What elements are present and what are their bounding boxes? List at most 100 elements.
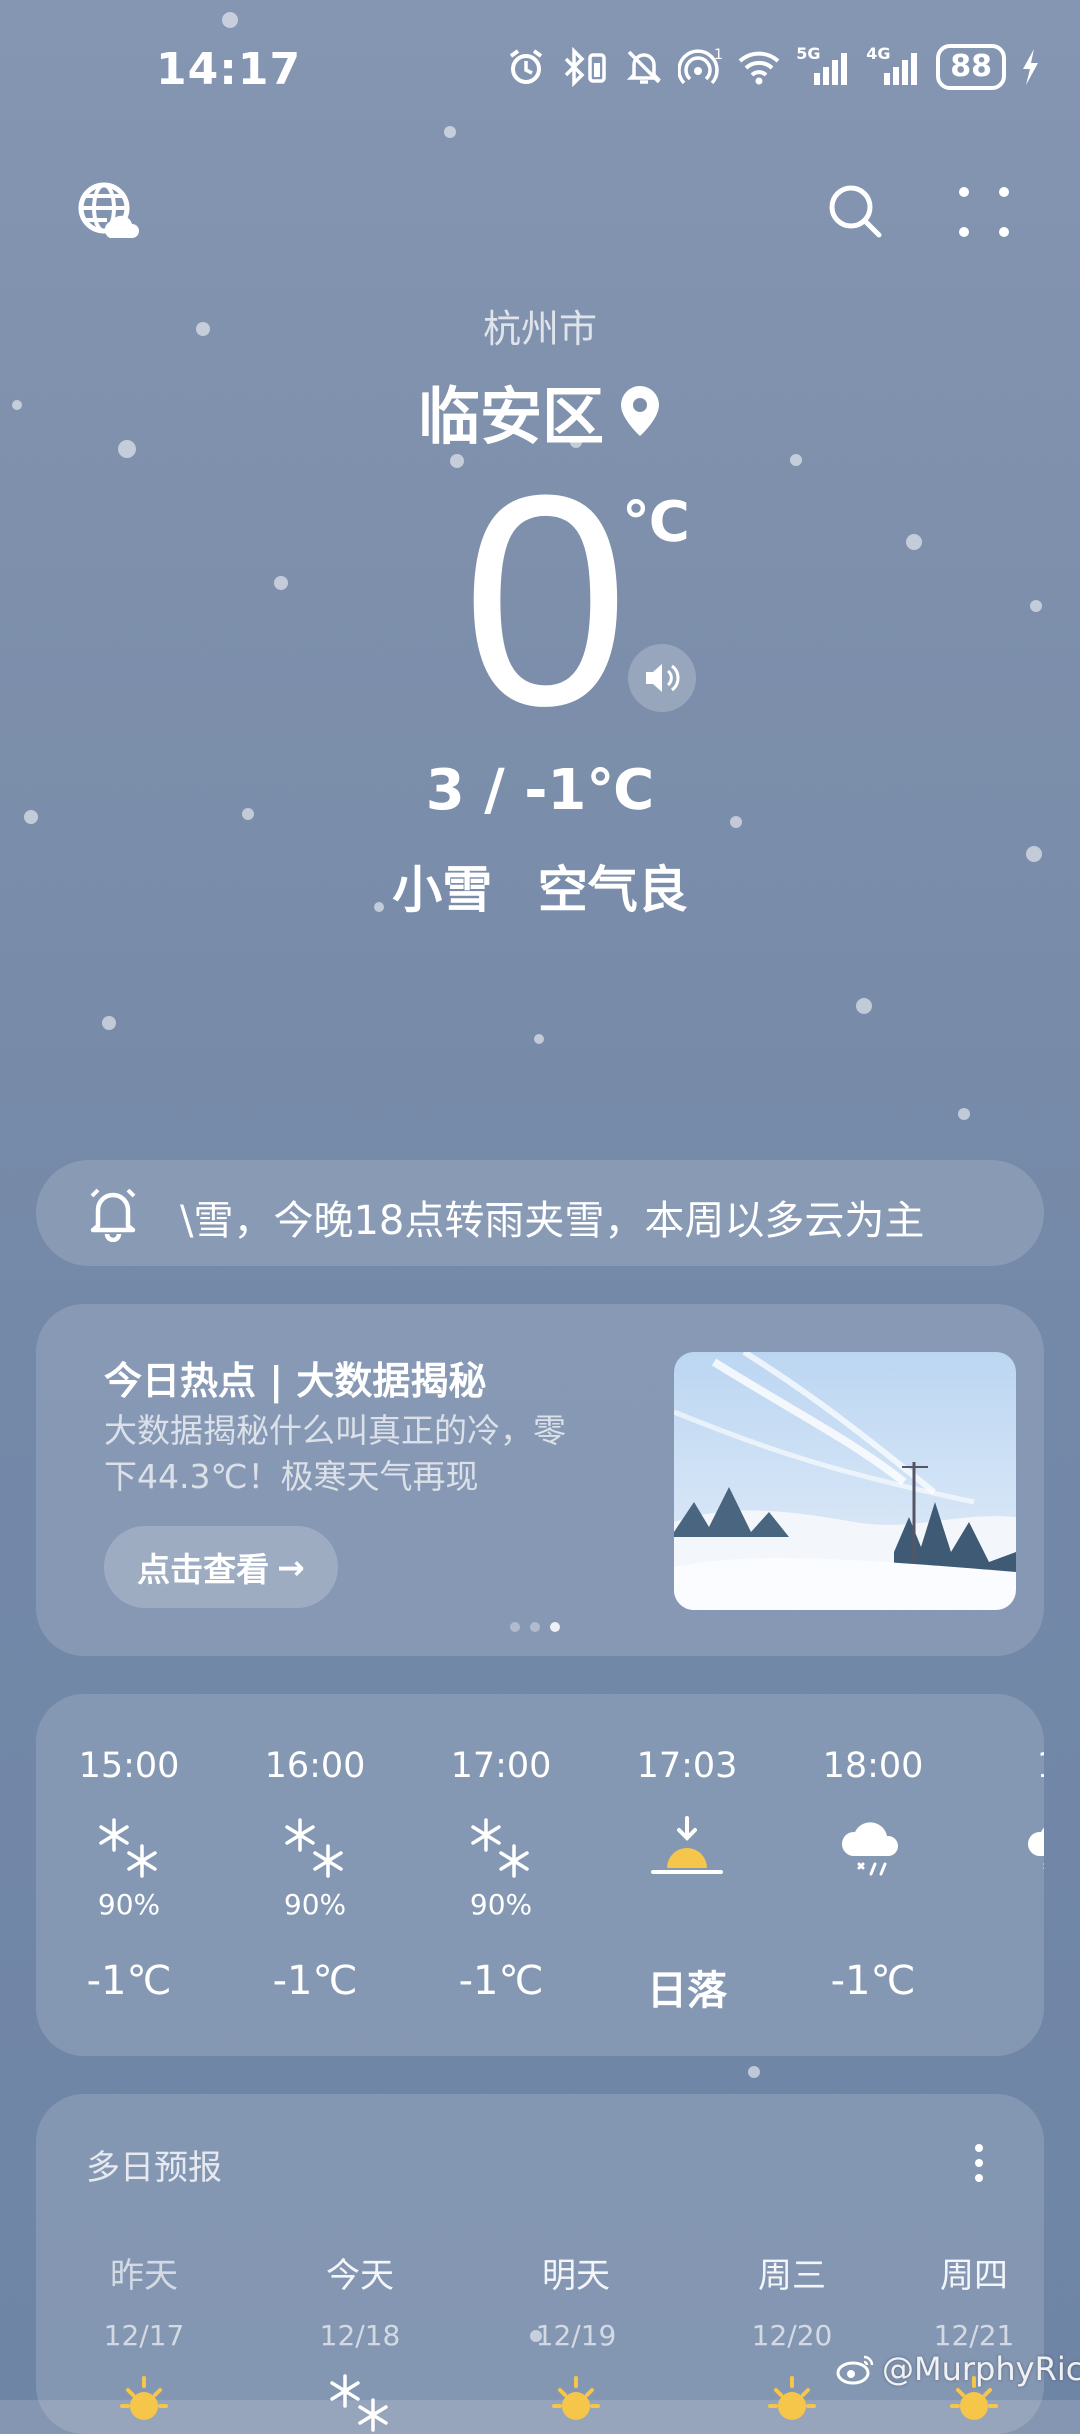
news-title: 今日热点 | 大数据揭秘 [104,1359,487,1403]
globe-cloud-icon [78,182,139,238]
precip-probability: 90% [469,1888,533,1921]
svg-text:1: 1 [714,47,722,63]
status-icons: 1 5G 4G 88 [506,44,1040,90]
wifi-icon [736,44,782,90]
signal-5g-icon: 5G [796,44,852,90]
location-pin-icon [621,386,659,436]
search-icon [829,185,882,238]
snow-icon [222,1812,408,1886]
day-name: 周四 [940,2256,1008,2296]
arrow-right-icon: → [277,1547,305,1587]
hourly-item[interactable]: 19 - [966,1746,1044,2004]
carousel-dot [510,1622,520,1632]
alert-text: \雪，今晚18点转雨夹雪，本周以多云为主 [180,1198,925,1244]
watermark: @MurphyRich [836,2350,1080,2388]
view-news-button[interactable]: 点击查看 → [104,1526,338,1608]
bell-icon [90,1188,136,1242]
sun-icon [74,2372,214,2432]
hourly-item[interactable]: 16:00 90% -1℃ [222,1746,408,2004]
day-name: 周三 [758,2256,826,2296]
voice-broadcast-button[interactable] [628,644,696,712]
search-button[interactable] [826,182,886,242]
network-5g-label: 5G [796,44,821,63]
temperature-range: 3 / -1℃ [425,758,655,823]
current-temperature: 0 [462,432,629,768]
city-management-button[interactable] [76,180,140,244]
air-quality[interactable]: 空气良 [538,861,688,919]
hour-temp: -1℃ [830,1958,916,2004]
precip-probability [780,1888,966,1924]
day-date: 12/17 [103,2319,185,2352]
hourly-item[interactable]: 15:00 90% -1℃ [36,1746,222,2004]
snow-icon [290,2372,430,2432]
speaker-icon [646,664,680,692]
condition-row: 小雪 空气良 [0,850,1080,922]
daily-item[interactable]: 周三 12/20 [722,2248,862,2432]
battery-level: 88 [936,44,1006,90]
watermark-text: @MurphyRich [882,2350,1080,2388]
weather-condition: 小雪 [392,861,493,919]
mute-icon [624,44,664,90]
sun-icon [506,2372,646,2432]
signal-4g-icon: 4G [866,44,922,90]
hour-time: 17:03 [636,1746,738,1786]
hour-time: 15:00 [78,1746,180,1786]
carousel-dot-active [550,1622,560,1632]
news-thumbnail[interactable] [674,1352,1016,1610]
carousel-dot [530,1622,540,1632]
carousel-indicator [510,1622,560,1632]
daily-item[interactable]: 今天 12/18 [290,2248,430,2432]
sleet-icon [966,1812,1044,1886]
daily-item[interactable]: 周四 12/21 [904,2248,1044,2432]
weibo-icon [836,2355,874,2385]
hour-temp: -1℃ [458,1958,544,2004]
view-news-label: 点击查看 [137,1550,270,1589]
hour-time: 18:00 [822,1746,924,1786]
hourly-item[interactable]: 17:00 90% -1℃ [408,1746,594,2004]
hour-temp: 日落 [647,1968,727,2014]
hour-temp: -1℃ [86,1958,172,2004]
day-date: 12/20 [751,2319,833,2352]
temperature-unit: ℃ [622,490,690,555]
bluetooth-battery-icon [560,44,610,90]
daily-more-button[interactable] [964,2138,994,2188]
vertical-dots-icon [975,2144,983,2182]
hotspot-icon: 1 [678,44,722,90]
precip-probability [594,1888,780,1924]
status-time: 14:17 [156,44,302,95]
network-4g-label: 4G [866,44,891,63]
sunset-icon [594,1812,780,1886]
day-name: 今天 [326,2256,394,2296]
precip-probability: 90% [97,1888,161,1921]
hour-time: 17:00 [450,1746,552,1786]
weather-alert-bar[interactable]: \雪，今晚18点转雨夹雪，本周以多云为主 [36,1160,1044,1266]
more-menu-button[interactable] [956,184,1012,240]
day-name: 明天 [542,2256,610,2296]
day-date: 12/18 [319,2319,401,2352]
hour-time: 19 [966,1746,1044,1786]
news-desc-line: 大数据揭秘什么叫真正的冷，零 [104,1411,566,1450]
four-dots-icon [959,187,1009,237]
precip-probability [966,1888,1044,1924]
snow-icon [408,1812,594,1886]
hourly-forecast-card[interactable]: 15:00 90% -1℃ 16:00 90% -1℃ 17:00 90% -1… [36,1694,1044,2056]
daily-item[interactable]: 昨天 12/17 [74,2248,214,2432]
snowy-landscape-image [674,1352,1016,1610]
day-date: 12/19 [535,2319,617,2352]
city-name: 杭州市 [482,307,597,351]
alarm-icon [506,44,546,90]
snow-icon [36,1812,222,1886]
charging-icon [1020,44,1040,90]
hour-time: 16:00 [264,1746,366,1786]
hot-topic-card[interactable]: 今日热点 | 大数据揭秘 大数据揭秘什么叫真正的冷，零 下44.3℃！极寒天气再… [36,1304,1044,1656]
hourly-item[interactable]: 18:00 -1℃ [780,1746,966,2004]
daily-forecast-title: 多日预报 [86,2148,222,2188]
hourly-item[interactable]: 17:03 日落 [594,1746,780,2016]
day-name: 昨天 [110,2256,178,2296]
sleet-icon [780,1812,966,1886]
precip-probability: 90% [283,1888,347,1921]
news-desc-line: 下44.3℃！极寒天气再现 [104,1457,479,1496]
daily-item[interactable]: 明天 12/19 [506,2248,646,2432]
hour-temp: -1℃ [272,1958,358,2004]
day-date: 12/21 [933,2319,1015,2352]
